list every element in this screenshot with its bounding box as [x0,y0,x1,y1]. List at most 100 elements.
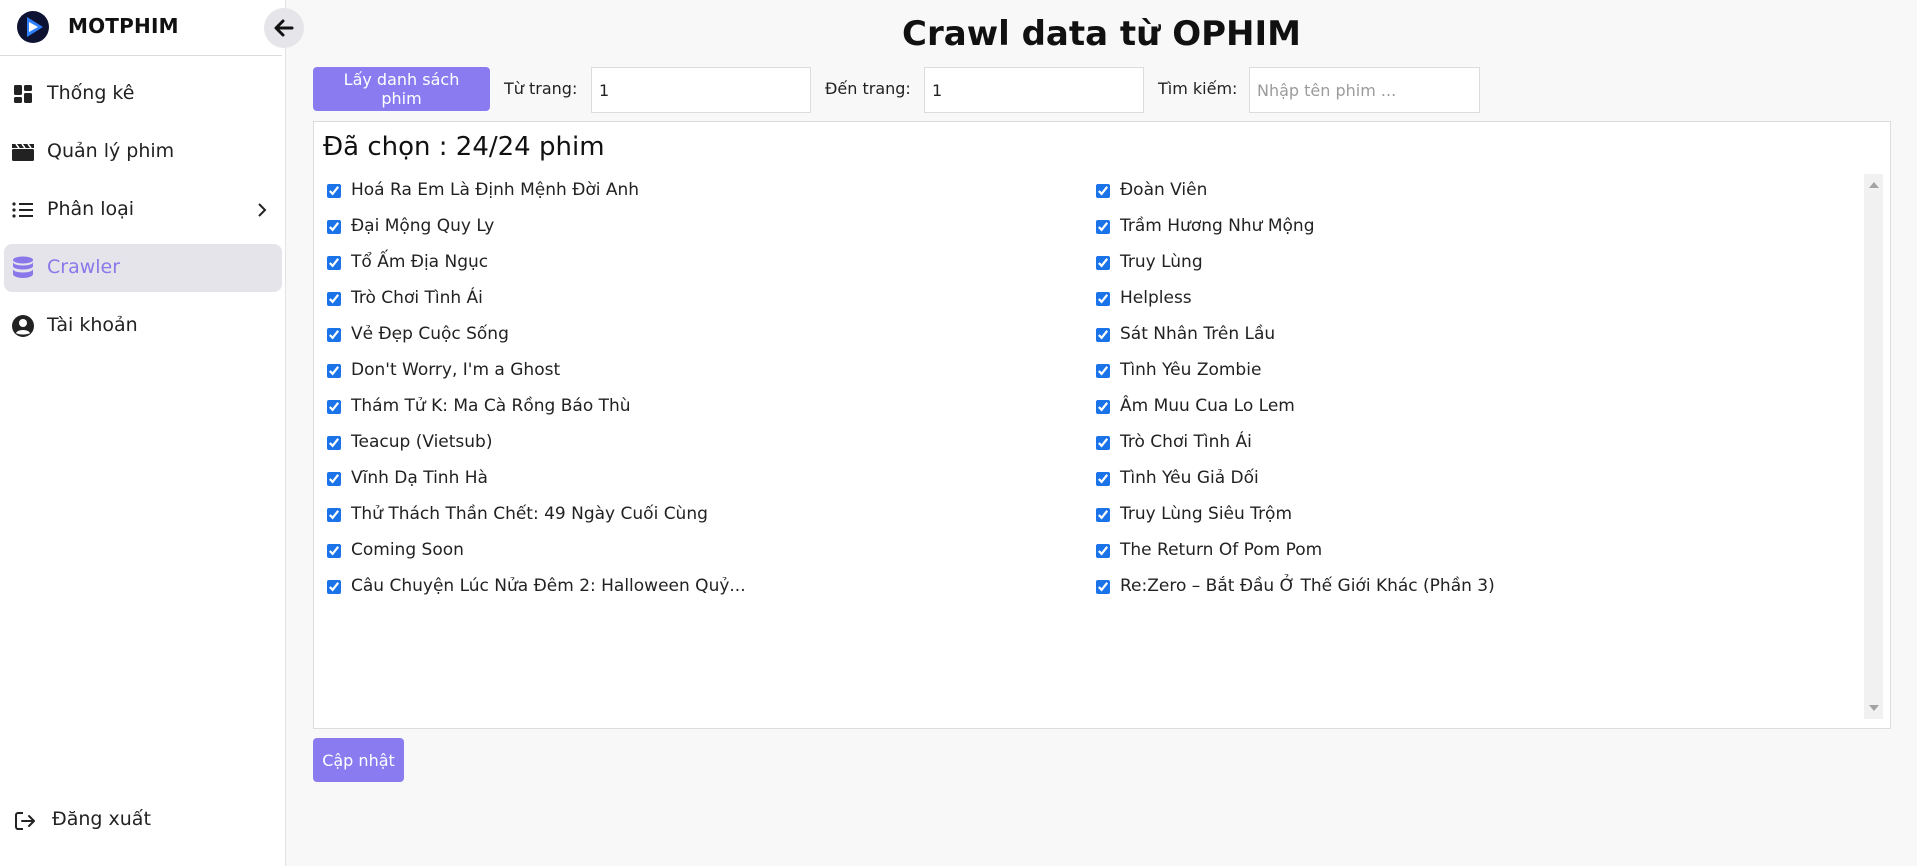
movie-title: Âm Muu Cua Lo Lem [1120,396,1295,416]
movie-title: Re:Zero – Bắt Đầu Ở Thế Giới Khác (Phần … [1120,576,1495,596]
arrow-left-icon [274,19,294,37]
brand-name: MOTPHIM [68,14,179,38]
list-item[interactable]: Helpless [1096,282,1856,318]
movie-checkbox[interactable] [1096,472,1110,486]
list-item[interactable]: Vẻ Đẹp Cuộc Sống [327,318,1087,354]
list-item[interactable]: Câu Chuyện Lúc Nửa Đêm 2: Halloween Quỷ.… [327,570,1087,606]
movie-title: Helpless [1120,288,1192,308]
movie-checkbox[interactable] [327,184,341,198]
collapse-sidebar-button[interactable] [264,8,304,48]
to-page-label: Đến trang: [825,79,911,98]
movie-title: Teacup (Vietsub) [351,432,493,452]
sidebar-item-label: Quản lý phim [47,140,175,162]
movie-list-left-column: Hoá Ra Em Là Định Mệnh Đời Anh Đại Mộng Q… [327,174,1087,606]
sidebar: MOTPHIM Thống kê Quản lý phim Phân loại [0,0,304,866]
scroll-up-arrow-icon[interactable] [1869,182,1879,188]
movie-checkbox[interactable] [1096,544,1110,558]
movie-checkbox[interactable] [1096,256,1110,270]
sidebar-item-categories[interactable]: Phân loại [4,186,282,234]
list-item[interactable]: Thám Tử K: Ma Cà Rồng Báo Thù [327,390,1087,426]
list-item[interactable]: Trầm Hương Như Mộng [1096,210,1856,246]
list-item[interactable]: Đoàn Viên [1096,174,1856,210]
list-item[interactable]: Teacup (Vietsub) [327,426,1087,462]
from-page-input[interactable] [591,67,811,113]
movie-title: Đoàn Viên [1120,180,1208,200]
sidebar-item-label: Thống kê [47,82,135,104]
brand: MOTPHIM [0,0,282,56]
movie-checkbox[interactable] [1096,328,1110,342]
list-item[interactable]: Tình Yêu Giả Dối [1096,462,1856,498]
sidebar-item-account[interactable]: Tài khoản [4,302,282,350]
movie-title: Thử Thách Thần Chết: 49 Ngày Cuối Cùng [351,504,708,524]
list-item[interactable]: Sát Nhân Trên Lầu [1096,318,1856,354]
list-item[interactable]: Don't Worry, I'm a Ghost [327,354,1087,390]
list-item[interactable]: Truy Lùng [1096,246,1856,282]
update-button[interactable]: Cập nhật [313,738,404,782]
movie-title: Câu Chuyện Lúc Nửa Đêm 2: Halloween Quỷ.… [351,576,746,596]
movie-checkbox[interactable] [327,580,341,594]
selection-summary: Đã chọn : 24/24 phim [323,132,605,162]
logout-button[interactable]: Đăng xuất [12,806,252,834]
list-item[interactable]: Tổ Ấm Địa Ngục [327,246,1087,282]
list-item[interactable]: Trò Chơi Tình Ái [1096,426,1856,462]
movie-checkbox[interactable] [327,436,341,450]
list-item[interactable]: Re:Zero – Bắt Đầu Ở Thế Giới Khác (Phần … [1096,570,1856,606]
fetch-movie-list-button[interactable]: Lấy danh sách phim [313,67,490,111]
list-item[interactable]: Thử Thách Thần Chết: 49 Ngày Cuối Cùng [327,498,1087,534]
movie-checkbox[interactable] [327,364,341,378]
sidebar-item-label: Crawler [47,256,121,278]
database-icon [10,256,36,280]
movie-title: Vĩnh Dạ Tinh Hà [351,468,488,488]
clapperboard-icon [10,140,36,164]
movie-title: Hoá Ra Em Là Định Mệnh Đời Anh [351,180,640,200]
list-scrollbar[interactable] [1864,174,1883,719]
chevron-right-icon [252,199,272,221]
sidebar-item-movies[interactable]: Quản lý phim [4,128,282,176]
sidebar-item-label: Phân loại [47,198,135,220]
movie-checkbox[interactable] [1096,184,1110,198]
movie-checkbox[interactable] [327,400,341,414]
movie-checkbox[interactable] [1096,580,1110,594]
movie-checkbox[interactable] [327,508,341,522]
to-page-input[interactable] [924,67,1144,113]
movie-checkbox[interactable] [327,256,341,270]
list-item[interactable]: Hoá Ra Em Là Định Mệnh Đời Anh [327,174,1087,210]
list-item[interactable]: Âm Muu Cua Lo Lem [1096,390,1856,426]
movie-checkbox[interactable] [327,472,341,486]
movie-title: Sát Nhân Trên Lầu [1120,324,1276,344]
user-circle-icon [10,314,36,338]
movie-title: Thám Tử K: Ma Cà Rồng Báo Thù [351,396,631,416]
movie-checkbox[interactable] [327,220,341,234]
movie-checkbox[interactable] [1096,220,1110,234]
movie-title: Vẻ Đẹp Cuộc Sống [351,324,509,344]
list-item[interactable]: Coming Soon [327,534,1087,570]
movie-checkbox[interactable] [1096,292,1110,306]
movie-title: Coming Soon [351,540,464,560]
movie-checkbox[interactable] [327,328,341,342]
movie-title: Tổ Ấm Địa Ngục [351,252,489,272]
movie-checkbox[interactable] [1096,400,1110,414]
movie-checkbox[interactable] [327,292,341,306]
search-label: Tìm kiếm: [1158,79,1238,98]
movie-title: The Return Of Pom Pom [1120,540,1323,560]
sidebar-nav: Thống kê Quản lý phim Phân loại Crawler [0,70,286,360]
list-item[interactable]: Vĩnh Dạ Tinh Hà [327,462,1087,498]
list-item[interactable]: Tình Yêu Zombie [1096,354,1856,390]
movie-checkbox[interactable] [1096,508,1110,522]
movie-title: Tình Yêu Zombie [1120,360,1262,380]
crawl-toolbar: Lấy danh sách phim Từ trang: Đến trang: … [313,67,1513,113]
list-item[interactable]: Trò Chơi Tình Ái [327,282,1087,318]
movie-checkbox[interactable] [327,544,341,558]
scroll-down-arrow-icon[interactable] [1869,705,1879,711]
movie-title: Truy Lùng [1120,252,1203,272]
search-input[interactable] [1249,67,1480,113]
movie-checkbox[interactable] [1096,364,1110,378]
list-item[interactable]: Truy Lùng Siêu Trộm [1096,498,1856,534]
movie-checkbox[interactable] [1096,436,1110,450]
sidebar-item-crawler[interactable]: Crawler [4,244,282,292]
movie-selection-panel: Đã chọn : 24/24 phim Hoá Ra Em Là Định M… [313,121,1891,729]
list-item[interactable]: Đại Mộng Quy Ly [327,210,1087,246]
list-item[interactable]: The Return Of Pom Pom [1096,534,1856,570]
sidebar-item-statistics[interactable]: Thống kê [4,70,282,118]
from-page-label: Từ trang: [504,79,578,98]
